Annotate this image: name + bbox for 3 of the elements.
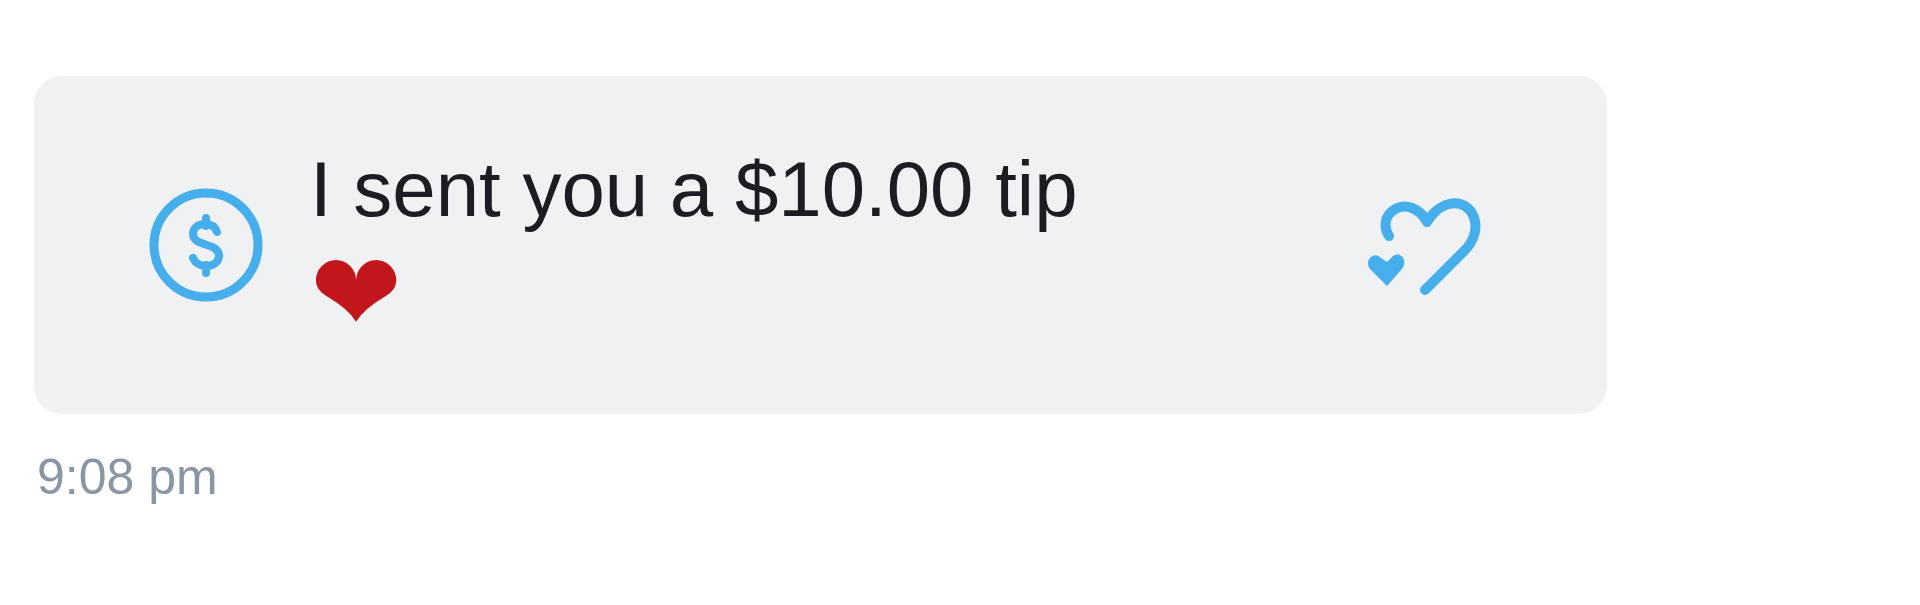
message-time: 9:08 pm [37, 448, 218, 506]
message-text: I sent you a $10.00 tip [310, 144, 1079, 235]
heart-emoji: ❤ [310, 237, 403, 349]
